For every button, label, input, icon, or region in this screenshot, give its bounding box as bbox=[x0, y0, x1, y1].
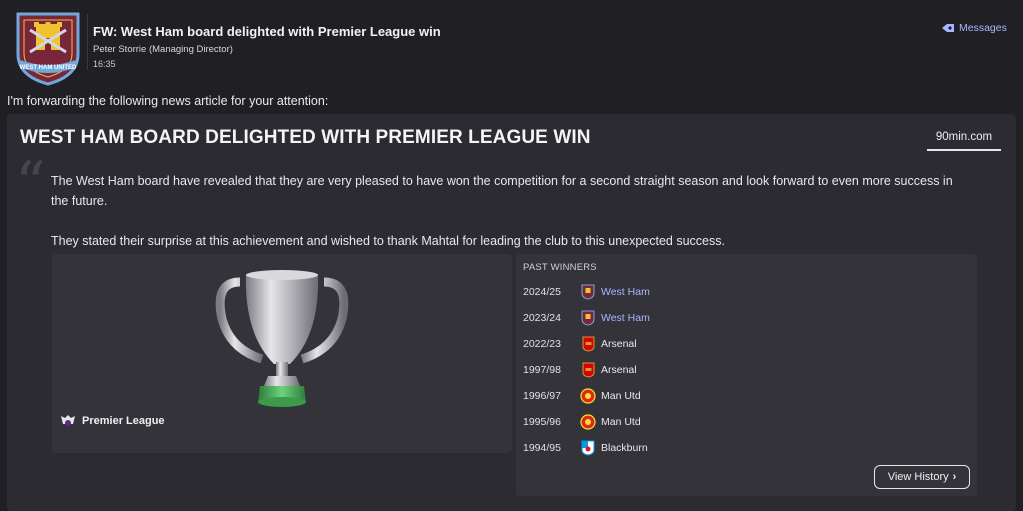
article-paragraph-1: The West Ham board have revealed that th… bbox=[51, 174, 953, 208]
winner-season: 1994/95 bbox=[523, 442, 561, 454]
winner-team-link[interactable]: West Ham bbox=[601, 312, 650, 324]
winner-season: 2023/24 bbox=[523, 312, 561, 324]
past-winners-title: PAST WINNERS bbox=[523, 262, 597, 273]
header-divider bbox=[87, 14, 88, 70]
trophy-icon bbox=[215, 270, 349, 407]
chevron-right-icon: › bbox=[952, 471, 957, 483]
news-article: WEST HAM BOARD DELIGHTED WITH PREMIER LE… bbox=[7, 114, 1016, 511]
winner-season: 1995/96 bbox=[523, 416, 561, 428]
competition-label: Premier League bbox=[60, 414, 165, 428]
article-headline: WEST HAM BOARD DELIGHTED WITH PREMIER LE… bbox=[20, 127, 591, 148]
blackburn-badge-icon bbox=[579, 439, 597, 457]
winner-team: Man Utd bbox=[601, 416, 641, 428]
trophy-card: Premier League bbox=[52, 254, 512, 453]
arsenal-badge-icon bbox=[579, 361, 597, 379]
winner-season: 2024/25 bbox=[523, 286, 561, 298]
winner-team: Blackburn bbox=[601, 442, 648, 454]
messages-link[interactable]: Messages bbox=[941, 22, 1007, 34]
article-paragraph-2: They stated their surprise at this achie… bbox=[51, 234, 725, 248]
winner-season: 1996/97 bbox=[523, 390, 561, 402]
west-ham-badge-icon bbox=[579, 309, 597, 327]
message-time: 16:35 bbox=[93, 59, 116, 69]
winner-team: Arsenal bbox=[601, 364, 637, 376]
article-source[interactable]: 90min.com bbox=[927, 127, 1001, 151]
winner-row: 2023/24 West Ham bbox=[523, 309, 650, 327]
winner-team-link[interactable]: West Ham bbox=[601, 286, 650, 298]
winner-season: 2022/23 bbox=[523, 338, 561, 350]
past-winners-panel: PAST WINNERS 2024/25 West Ham 2023/24 We… bbox=[516, 254, 977, 496]
man-utd-badge-icon bbox=[579, 413, 597, 431]
premier-league-icon bbox=[61, 415, 75, 426]
message-sender: Peter Storrie (Managing Director) bbox=[93, 44, 233, 55]
message-header: WEST HAM UNITED FW: West Ham board delig… bbox=[0, 0, 1023, 90]
message-subject: FW: West Ham board delighted with Premie… bbox=[93, 24, 441, 39]
winner-row: 1994/95 Blackburn bbox=[523, 439, 648, 457]
winner-team: Arsenal bbox=[601, 338, 637, 350]
man-utd-badge-icon bbox=[579, 387, 597, 405]
winner-row: 2022/23 Arsenal bbox=[523, 335, 637, 353]
winner-row: 2024/25 West Ham bbox=[523, 283, 650, 301]
west-ham-crest-icon: WEST HAM UNITED bbox=[16, 12, 80, 86]
svg-text:WEST HAM UNITED: WEST HAM UNITED bbox=[20, 65, 77, 71]
west-ham-badge-icon bbox=[579, 283, 597, 301]
competition-name: Premier League bbox=[82, 415, 165, 427]
back-arrow-icon bbox=[942, 24, 954, 32]
winner-row: 1995/96 Man Utd bbox=[523, 413, 641, 431]
messages-label: Messages bbox=[959, 22, 1007, 34]
forward-intro: I'm forwarding the following news articl… bbox=[7, 94, 329, 108]
winner-row: 1997/98 Arsenal bbox=[523, 361, 637, 379]
winner-season: 1997/98 bbox=[523, 364, 561, 376]
arsenal-badge-icon bbox=[579, 335, 597, 353]
view-history-label: View History bbox=[887, 471, 949, 483]
quote-mark-icon: “ bbox=[15, 149, 46, 219]
winner-team: Man Utd bbox=[601, 390, 641, 402]
view-history-button[interactable]: View History › bbox=[874, 465, 970, 489]
winner-row: 1996/97 Man Utd bbox=[523, 387, 641, 405]
